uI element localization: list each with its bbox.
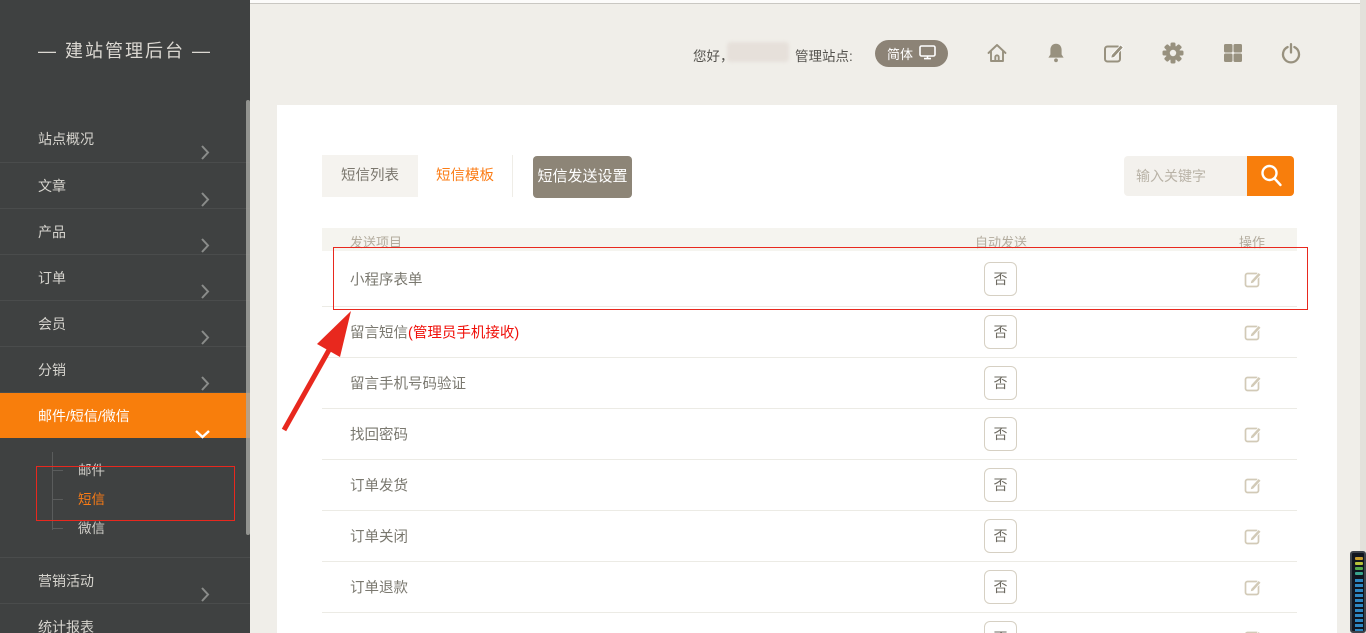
- sidebar-subitem-label: 微信: [78, 521, 105, 536]
- admin-panel-title: — 建站管理后台 —: [0, 30, 250, 72]
- sidebar-item-label: 站点概况: [38, 131, 94, 147]
- username-redacted: [727, 42, 789, 62]
- chevron-right-icon: [201, 620, 210, 633]
- auto-send-toggle-button[interactable]: 否: [984, 468, 1017, 502]
- row-label-red-note: (管理员手机接收): [408, 326, 519, 342]
- row-label: 订单退款: [350, 577, 408, 598]
- widget-stripe: [1355, 562, 1363, 565]
- sidebar: — 建站管理后台 — 站点概况 文章 产品 订单 会员 分销 邮件/短信/微信 …: [0, 0, 250, 633]
- sidebar-item-members[interactable]: 会员: [0, 300, 250, 346]
- table-row-message-sms: 留言短信(管理员手机接收) 否: [322, 307, 1297, 358]
- edit-icon[interactable]: [1243, 628, 1263, 633]
- widget-stripes-blue: [1355, 579, 1363, 631]
- widget-stripe: [1355, 567, 1363, 570]
- monitor-icon: [919, 45, 936, 63]
- auto-send-toggle-button[interactable]: 否: [984, 366, 1017, 400]
- gear-icon[interactable]: [1161, 41, 1185, 65]
- table-row-order-refund: 订单退款 否: [322, 562, 1297, 613]
- row-label: 留言短信(管理员手机接收): [350, 322, 519, 343]
- manage-site-label: 管理站点:: [795, 45, 853, 65]
- auto-send-toggle-button[interactable]: 否: [984, 570, 1017, 604]
- edit-icon[interactable]: [1243, 526, 1263, 546]
- sms-send-settings-button[interactable]: 短信发送设置: [533, 156, 632, 198]
- home-icon[interactable]: [985, 41, 1009, 65]
- table-row-phone-verify: 留言手机号码验证 否: [322, 358, 1297, 409]
- bell-icon[interactable]: [1044, 41, 1068, 65]
- language-pill-button[interactable]: 简体: [875, 40, 948, 67]
- page-scrollbar[interactable]: [1360, 0, 1366, 633]
- tab-sms-list[interactable]: 短信列表: [322, 155, 418, 197]
- table-row-order-shipped: 订单发货 否: [322, 460, 1297, 511]
- annotation-rect-first-row: [333, 247, 1308, 310]
- table-row-password-recovery: 找回密码 否: [322, 409, 1297, 460]
- sidebar-item-orders[interactable]: 订单: [0, 254, 250, 300]
- row-label: 订单关闭: [350, 526, 408, 547]
- auto-send-toggle-button[interactable]: 否: [984, 417, 1017, 451]
- search-button[interactable]: [1247, 156, 1294, 196]
- tab-sms-template[interactable]: 短信模板: [418, 155, 513, 197]
- sidebar-item-label: 统计报表: [38, 619, 94, 633]
- annotation-rect-submenu: [36, 466, 235, 521]
- widget-stripe: [1355, 557, 1363, 560]
- compose-icon[interactable]: [1102, 41, 1126, 65]
- row-label: 订单发货: [350, 475, 408, 496]
- sidebar-item-label: 邮件/短信/微信: [38, 408, 130, 424]
- top-border-line: [250, 3, 1366, 4]
- edit-icon[interactable]: [1243, 475, 1263, 495]
- sidebar-item-mail-sms-wechat[interactable]: 邮件/短信/微信: [0, 392, 250, 438]
- sidebar-item-statistics[interactable]: 统计报表: [0, 603, 250, 633]
- apps-grid-icon[interactable]: [1221, 41, 1245, 65]
- floating-indicator-widget[interactable]: [1350, 551, 1366, 633]
- power-icon[interactable]: [1279, 41, 1303, 65]
- table-row-partial: 否: [322, 613, 1297, 633]
- sidebar-item-distribution[interactable]: 分销: [0, 346, 250, 392]
- sidebar-item-label: 产品: [38, 224, 66, 240]
- sidebar-item-articles[interactable]: 文章: [0, 162, 250, 208]
- sidebar-item-label: 营销活动: [38, 573, 94, 589]
- edit-icon[interactable]: [1243, 577, 1263, 597]
- auto-send-toggle-button[interactable]: 否: [984, 519, 1017, 553]
- edit-icon[interactable]: [1243, 373, 1263, 393]
- row-label: 找回密码: [350, 424, 408, 445]
- sidebar-scrollbar[interactable]: [246, 100, 250, 535]
- language-label: 简体: [887, 44, 913, 63]
- search-input[interactable]: [1124, 156, 1247, 196]
- table-row-order-closed: 订单关闭 否: [322, 511, 1297, 562]
- edit-icon[interactable]: [1243, 424, 1263, 444]
- chevron-down-icon: [195, 411, 210, 457]
- sidebar-item-label: 文章: [38, 178, 66, 194]
- sidebar-item-label: 会员: [38, 316, 66, 332]
- auto-send-toggle-button[interactable]: 否: [984, 315, 1017, 349]
- sidebar-item-site-overview[interactable]: 站点概况: [0, 116, 250, 162]
- widget-stripe: [1355, 572, 1363, 575]
- row-label: 留言手机号码验证: [350, 373, 466, 394]
- sidebar-item-products[interactable]: 产品: [0, 208, 250, 254]
- sidebar-item-marketing[interactable]: 营销活动: [0, 557, 250, 603]
- sidebar-item-label: 订单: [38, 270, 66, 286]
- auto-send-toggle-button[interactable]: 否: [984, 621, 1017, 633]
- edit-icon[interactable]: [1243, 322, 1263, 342]
- sidebar-item-label: 分销: [38, 362, 66, 378]
- search-icon: [1258, 162, 1284, 191]
